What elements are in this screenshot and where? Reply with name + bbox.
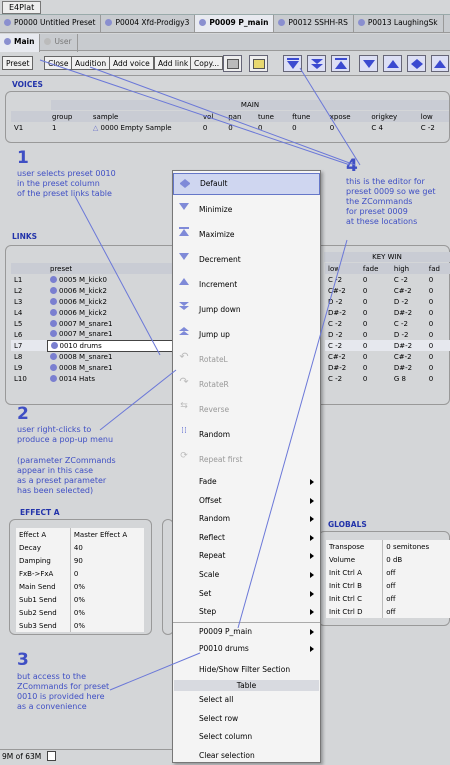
annotation-lines	[39, 59, 361, 691]
line-annotation-2	[99, 369, 177, 431]
line-annotation-4a	[39, 59, 351, 166]
memory-status: 9M of 63M	[2, 752, 42, 761]
line-annotation-1	[74, 195, 161, 356]
line-annotation-3	[109, 652, 201, 691]
status-bar: 9M of 63M	[0, 749, 172, 763]
line-annotation-4b	[89, 66, 356, 166]
trash-icon[interactable]	[46, 751, 56, 761]
line-annotation-4c	[299, 67, 361, 166]
line-annotation-4d	[237, 239, 348, 629]
